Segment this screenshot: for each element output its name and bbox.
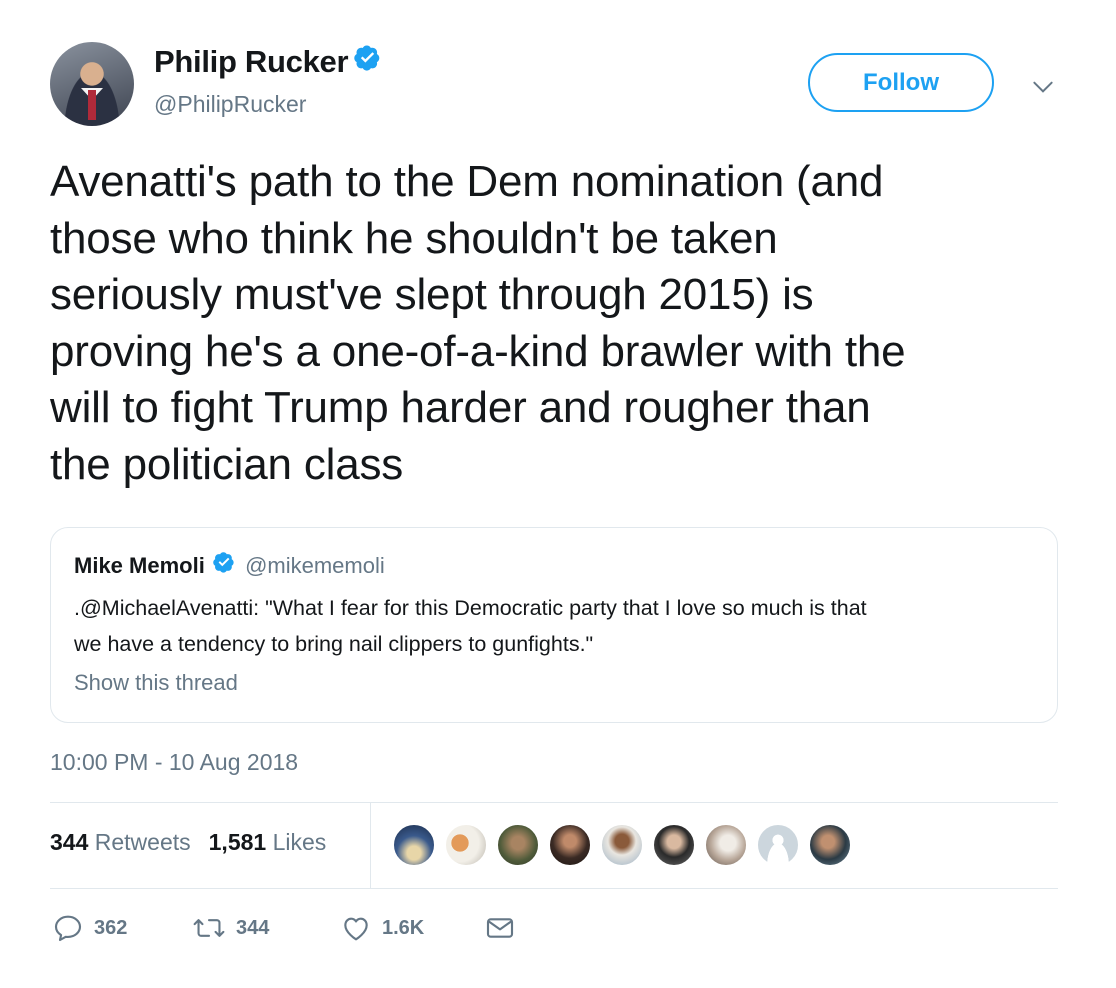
divider: [50, 888, 1058, 889]
likes-label: Likes: [272, 829, 327, 855]
retweets-label: Retweets: [94, 829, 191, 855]
retweets-count: 344: [50, 829, 89, 855]
author-name-row[interactable]: Philip Rucker: [154, 44, 381, 82]
liker-avatar[interactable]: [496, 823, 540, 867]
engagement-stats: 344 Retweets 1,581 Likes: [50, 829, 344, 856]
tweet-text-line: proving he's a one-of-a-kind brawler wit…: [50, 326, 906, 376]
author-name[interactable]: Philip Rucker: [154, 44, 349, 79]
quoted-tweet-card[interactable]: Mike Memoli @mikememoli .@MichaelAvenatt…: [50, 527, 1058, 723]
liker-avatar[interactable]: [548, 823, 592, 867]
liker-avatar[interactable]: [652, 823, 696, 867]
heart-icon: [344, 917, 368, 941]
divider: [370, 803, 371, 888]
tweet-text-line: seriously must've slept through 2015) is: [50, 270, 814, 319]
tweet-text-line: the politician class: [50, 439, 404, 489]
liker-avatar[interactable]: [392, 823, 436, 867]
verified-badge-icon: [354, 43, 381, 79]
retweet-button[interactable]: 344: [192, 912, 269, 944]
tweet-text: Avenatti's path to the Dem nomination (a…: [50, 154, 1080, 493]
retweet-count: 344: [236, 916, 270, 939]
likes-count: 1,581: [208, 829, 267, 855]
show-thread-link[interactable]: Show this thread: [74, 670, 238, 696]
like-count: 1.6K: [382, 916, 425, 939]
verified-badge-icon: [213, 551, 235, 579]
avatar-tie: [88, 90, 96, 120]
retweets-stat[interactable]: 344 Retweets: [50, 829, 191, 855]
default-avatar-icon[interactable]: [756, 823, 800, 867]
author-avatar[interactable]: [50, 42, 134, 126]
divider: [50, 802, 1058, 803]
chevron-down-icon[interactable]: [1030, 74, 1056, 105]
liker-avatar[interactable]: [444, 823, 488, 867]
quoted-text-line: we have a tendency to bring nail clipper…: [74, 632, 594, 656]
tweet-timestamp[interactable]: 10:00 PM - 10 Aug 2018: [50, 749, 298, 776]
quoted-author-row[interactable]: Mike Memoli @mikememoli: [74, 551, 385, 581]
tweet-text-line: those who think he shouldn't be taken: [50, 213, 778, 263]
liker-avatar[interactable]: [808, 823, 852, 867]
like-button[interactable]: 1.6K: [340, 912, 424, 944]
author-handle[interactable]: @PhilipRucker: [154, 91, 306, 118]
reply-icon: [54, 915, 82, 942]
quoted-author-name[interactable]: Mike Memoli: [74, 553, 205, 578]
likes-stat[interactable]: 1,581 Likes: [209, 829, 327, 855]
direct-message-button[interactable]: [484, 912, 526, 944]
tweet-text-line: Avenatti's path to the Dem nomination (a…: [50, 157, 884, 206]
quoted-tweet-text: .@MichaelAvenatti: "What I fear for this…: [74, 590, 1034, 662]
follow-button[interactable]: Follow: [808, 53, 994, 112]
tweet-text-line: will to fight Trump harder and rougher t…: [50, 383, 871, 432]
retweet-icon: [193, 919, 225, 937]
liker-avatar[interactable]: [600, 823, 644, 867]
liker-avatar[interactable]: [704, 823, 748, 867]
quoted-text-line: .@MichaelAvenatti: "What I fear for this…: [74, 596, 867, 620]
envelope-icon: [486, 918, 514, 938]
quoted-author-handle[interactable]: @mikememoli: [245, 553, 385, 578]
reply-count: 362: [94, 916, 128, 939]
reply-button[interactable]: 362: [52, 912, 127, 944]
